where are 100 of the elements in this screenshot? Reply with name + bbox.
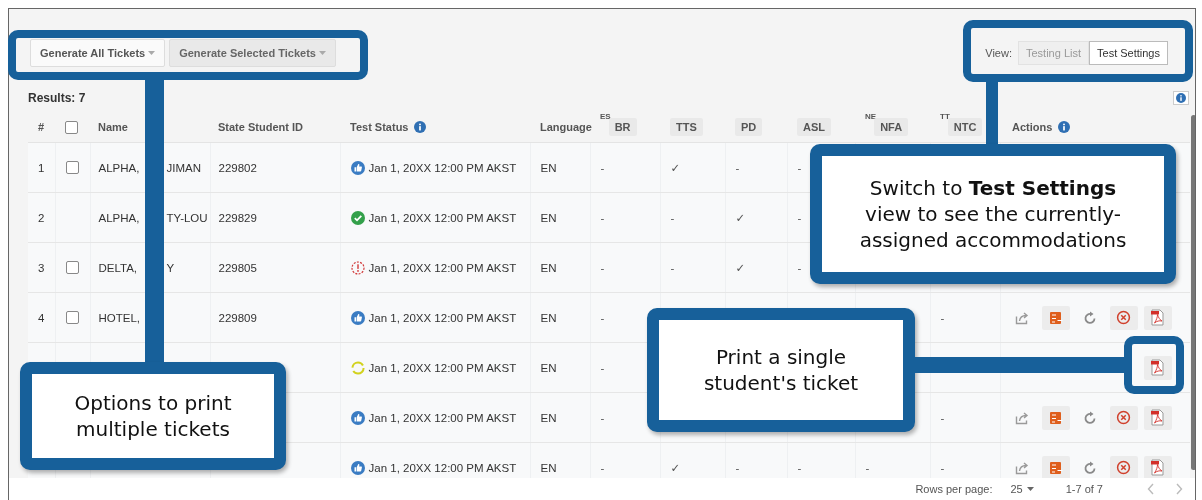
column-header: ASL: [797, 118, 831, 136]
cancel-button[interactable]: [1109, 455, 1138, 478]
edit-button[interactable]: [1041, 455, 1070, 478]
student-name: JIMAN: [166, 161, 201, 174]
status-date: Jan 1, 20XX 12:00 PM AKST: [368, 361, 517, 374]
generate-button[interactable]: Generate All Tickets: [30, 39, 166, 67]
chevron-left-icon[interactable]: [1147, 483, 1155, 495]
row-number: 2: [38, 211, 45, 224]
table-cell: -: [600, 461, 605, 474]
student-name: TY-LOU: [166, 211, 208, 224]
callout: Switch to Test Settings view to see the currently-assigned accommodations: [810, 144, 1176, 284]
table-cell: -: [600, 411, 605, 424]
table-cell: 229809: [218, 311, 257, 324]
view-label: View:: [985, 47, 1012, 59]
checkbox[interactable]: [65, 161, 79, 175]
table-cell: -: [940, 311, 945, 324]
checkbox[interactable]: [65, 120, 78, 134]
cancel-button[interactable]: [1109, 405, 1138, 430]
table-cell: -: [865, 461, 870, 474]
thumbs-up-icon: [350, 410, 365, 425]
table-cell: EN: [540, 361, 557, 374]
table-cell: -: [670, 261, 675, 274]
view-toggle[interactable]: Test Settings: [1089, 41, 1168, 65]
info-icon[interactable]: [1058, 121, 1071, 133]
column-header: PD: [735, 118, 763, 136]
table-cell: -: [735, 461, 740, 474]
pdf-icon: [1150, 409, 1165, 426]
rows-per-page-label: Rows per page:: [915, 483, 993, 495]
table-cell: 229805: [218, 261, 257, 274]
table-cell: -: [670, 211, 675, 224]
edit-button[interactable]: [1041, 405, 1070, 430]
print-button[interactable]: [1143, 355, 1172, 380]
page-range: 1-7 of 7: [1065, 483, 1103, 495]
caret-icon: [1026, 487, 1034, 491]
table-cell: -: [797, 211, 802, 224]
status-date: Jan 1, 20XX 12:00 PM AKST: [368, 161, 517, 174]
table-cell: ✓: [670, 461, 681, 474]
progress-ring-icon: [350, 360, 365, 375]
column-header: TTS: [670, 118, 703, 136]
table-cell: 229802: [218, 161, 257, 174]
checklist-icon: [1047, 409, 1064, 426]
column-header: Test Status: [350, 121, 409, 133]
info-icon[interactable]: [414, 121, 427, 133]
column-superscript: TT: [940, 112, 950, 121]
info-button[interactable]: [1173, 91, 1189, 105]
table-cell: -: [940, 411, 945, 424]
table-cell: 229829: [218, 211, 257, 224]
column-superscript: ES: [600, 112, 611, 121]
chevron-right-icon[interactable]: [1175, 483, 1183, 495]
edit-button[interactable]: [1041, 305, 1070, 330]
info-icon: [1176, 93, 1186, 103]
status-date: Jan 1, 20XX 12:00 PM AKST: [368, 261, 517, 274]
rows-per-page-select[interactable]: 25: [1010, 483, 1034, 495]
status-date: Jan 1, 20XX 12:00 PM AKST: [368, 211, 517, 224]
status-date: Jan 1, 20XX 12:00 PM AKST: [368, 461, 517, 474]
status-date: Jan 1, 20XX 12:00 PM AKST: [368, 311, 517, 324]
pdf-icon: [1150, 309, 1165, 326]
check-circle-icon: [350, 210, 365, 225]
cancel-button[interactable]: [1109, 305, 1138, 330]
column-header: State Student ID: [218, 121, 303, 133]
thumbs-up-icon: [350, 460, 365, 475]
results-count: Results: 7: [28, 91, 86, 105]
checklist-icon: [1047, 459, 1064, 476]
student-name: ALPHA,: [98, 161, 140, 174]
student-name: ALPHA,: [98, 211, 140, 224]
table-cell: -: [600, 311, 605, 324]
close-icon: [1116, 310, 1131, 325]
callout: Print a single student's ticket: [647, 308, 915, 432]
column-header: Language: [540, 121, 592, 133]
close-icon: [1116, 460, 1131, 475]
table-cell: ✓: [670, 161, 681, 174]
column-header: Name: [98, 121, 128, 133]
checklist-icon: [1047, 309, 1064, 326]
checkbox[interactable]: [65, 311, 79, 325]
table-cell: -: [600, 361, 605, 374]
table-cell: -: [600, 261, 605, 274]
scrollbar[interactable]: [1191, 115, 1195, 470]
callout-highlight: [1124, 336, 1184, 394]
checkbox[interactable]: [65, 261, 79, 275]
table-cell: -: [735, 161, 740, 174]
column-header: Actions: [1012, 121, 1053, 133]
column-header: #: [38, 121, 45, 133]
table-cell: -: [797, 161, 802, 174]
print-button[interactable]: [1143, 305, 1172, 330]
column-superscript: NE: [865, 112, 877, 121]
column-header: NFA: [874, 118, 909, 136]
table-cell: -: [940, 461, 945, 474]
student-name: HOTEL,: [98, 311, 141, 324]
caret-icon: [148, 51, 156, 55]
table-cell: EN: [540, 411, 557, 424]
table-cell: EN: [540, 211, 557, 224]
print-button[interactable]: [1143, 455, 1172, 478]
row-number: 1: [38, 161, 45, 174]
column-header: BR: [608, 118, 637, 136]
table-cell: -: [797, 261, 802, 274]
callout: Options to print multiple tickets: [20, 362, 286, 470]
thumbs-up-icon: [350, 160, 365, 175]
print-button[interactable]: [1143, 405, 1172, 430]
table-cell: -: [600, 161, 605, 174]
row-number: 4: [38, 311, 45, 324]
